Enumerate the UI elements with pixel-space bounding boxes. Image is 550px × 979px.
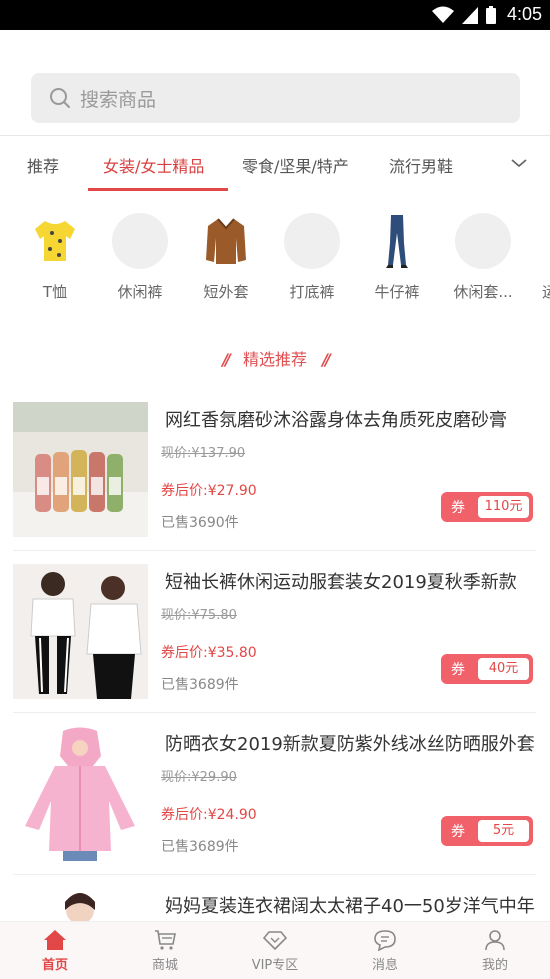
search-placeholder: 搜索商品 [80, 89, 157, 111]
divider [13, 712, 536, 713]
product-title: 防晒衣女2019新款夏防紫外线冰丝防晒服外套 [165, 734, 535, 755]
original-price: 现价:¥29.90 [161, 770, 237, 785]
coupon-label: 券 [451, 824, 465, 840]
product-image [13, 888, 148, 921]
category-casual-sets[interactable]: 休闲套... [453, 213, 513, 302]
status-bar: 4:05 [0, 0, 550, 30]
tab-mens-shoes[interactable]: 流行男鞋 [389, 153, 453, 177]
diamond-icon [263, 931, 287, 951]
category-tshirt[interactable]: T恤 [25, 213, 85, 302]
sold-count: 已售3690件 [161, 515, 239, 531]
tab-womens-clothing[interactable]: 女装/女士精品 [103, 153, 204, 177]
product-card[interactable]: 妈妈夏装连衣裙阔太太裙子40一50岁洋气中年 [13, 888, 536, 921]
product-image [13, 564, 148, 699]
tab-snacks[interactable]: 零食/坚果/特产 [242, 153, 349, 177]
placeholder-image [455, 213, 511, 269]
product-image [13, 726, 148, 861]
active-tab-indicator [88, 188, 228, 191]
coupon-price: 券后价:¥35.80 [161, 645, 257, 661]
coupon-button[interactable]: 券 110元 [441, 492, 533, 522]
section-header: // 精选推荐 // [0, 346, 550, 370]
category-jeans[interactable]: 牛仔裤 [367, 213, 427, 302]
coupon-price: 券后价:¥24.90 [161, 807, 257, 823]
coupon-price: 券后价:¥27.90 [161, 483, 257, 499]
signal-icon [461, 6, 478, 24]
category-label: 运 [542, 283, 550, 301]
section-title: 精选推荐 [242, 350, 307, 369]
home-icon [44, 930, 66, 950]
category-label: T恤 [42, 283, 68, 301]
category-label: 休闲套... [453, 283, 513, 301]
search-icon [50, 88, 70, 108]
nav-label: 商城 [151, 958, 178, 973]
product-title: 妈妈夏装连衣裙阔太太裙子40一50岁洋气中年 [165, 896, 535, 917]
category-leggings[interactable]: 打底裤 [282, 213, 342, 302]
category-label: 牛仔裤 [374, 283, 420, 301]
category-label: 休闲裤 [117, 283, 163, 301]
category-sports[interactable]: 运 [542, 213, 550, 302]
nav-label: 消息 [371, 958, 398, 973]
divider [13, 874, 536, 875]
coupon-label: 券 [451, 500, 465, 516]
tabs-divider [0, 135, 550, 136]
original-price: 现价:¥75.80 [161, 608, 237, 623]
nav-label: 我的 [481, 958, 508, 973]
placeholder-image [284, 213, 340, 269]
cart-icon [155, 930, 176, 950]
category-label: 短外套 [203, 283, 249, 301]
category-short-jacket[interactable]: 短外套 [196, 213, 256, 302]
nav-label: 首页 [41, 958, 68, 973]
coupon-button[interactable]: 券 40元 [441, 654, 533, 684]
divider [13, 550, 536, 551]
nav-label: VIP专区 [251, 958, 299, 973]
search-input[interactable]: 搜索商品 [31, 73, 520, 123]
wifi-icon [431, 6, 454, 23]
jeans-icon [369, 213, 425, 269]
bottom-navigation: 首页 商城 VIP专区 消息 我的 [0, 921, 550, 979]
original-price: 现价:¥137.90 [161, 446, 246, 461]
coupon-amount: 5元 [478, 820, 529, 842]
user-icon [485, 930, 505, 951]
nav-home[interactable]: 首页 [10, 926, 100, 973]
nav-vip[interactable]: VIP专区 [230, 926, 320, 973]
category-label: 打底裤 [289, 283, 335, 301]
sold-count: 已售3689件 [161, 839, 239, 855]
coupon-amount: 40元 [478, 658, 529, 680]
jacket-icon [198, 213, 254, 269]
chevron-down-icon[interactable] [509, 153, 529, 173]
coupon-amount: 110元 [478, 496, 529, 518]
slash-decoration-icon: // [322, 350, 331, 369]
tshirt-icon [27, 213, 83, 269]
nav-messages[interactable]: 消息 [340, 926, 430, 973]
nav-profile[interactable]: 我的 [450, 926, 540, 973]
tab-recommend[interactable]: 推荐 [27, 153, 59, 177]
category-casual-pants[interactable]: 休闲裤 [110, 213, 170, 302]
placeholder-image [112, 213, 168, 269]
battery-icon [485, 5, 496, 24]
sold-count: 已售3689件 [161, 677, 239, 693]
coupon-label: 券 [451, 662, 465, 678]
nav-mall[interactable]: 商城 [120, 926, 210, 973]
slash-decoration-icon: // [222, 350, 231, 369]
message-icon [374, 930, 396, 951]
product-title: 短袖长裤休闲运动服套装女2019夏秋季新款 [165, 572, 517, 593]
product-image [13, 402, 148, 537]
status-time: 4:05 [506, 4, 542, 24]
product-title: 网红香氛磨砂沐浴露身体去角质死皮磨砂膏 [165, 410, 507, 431]
coupon-button[interactable]: 券 5元 [441, 816, 533, 846]
